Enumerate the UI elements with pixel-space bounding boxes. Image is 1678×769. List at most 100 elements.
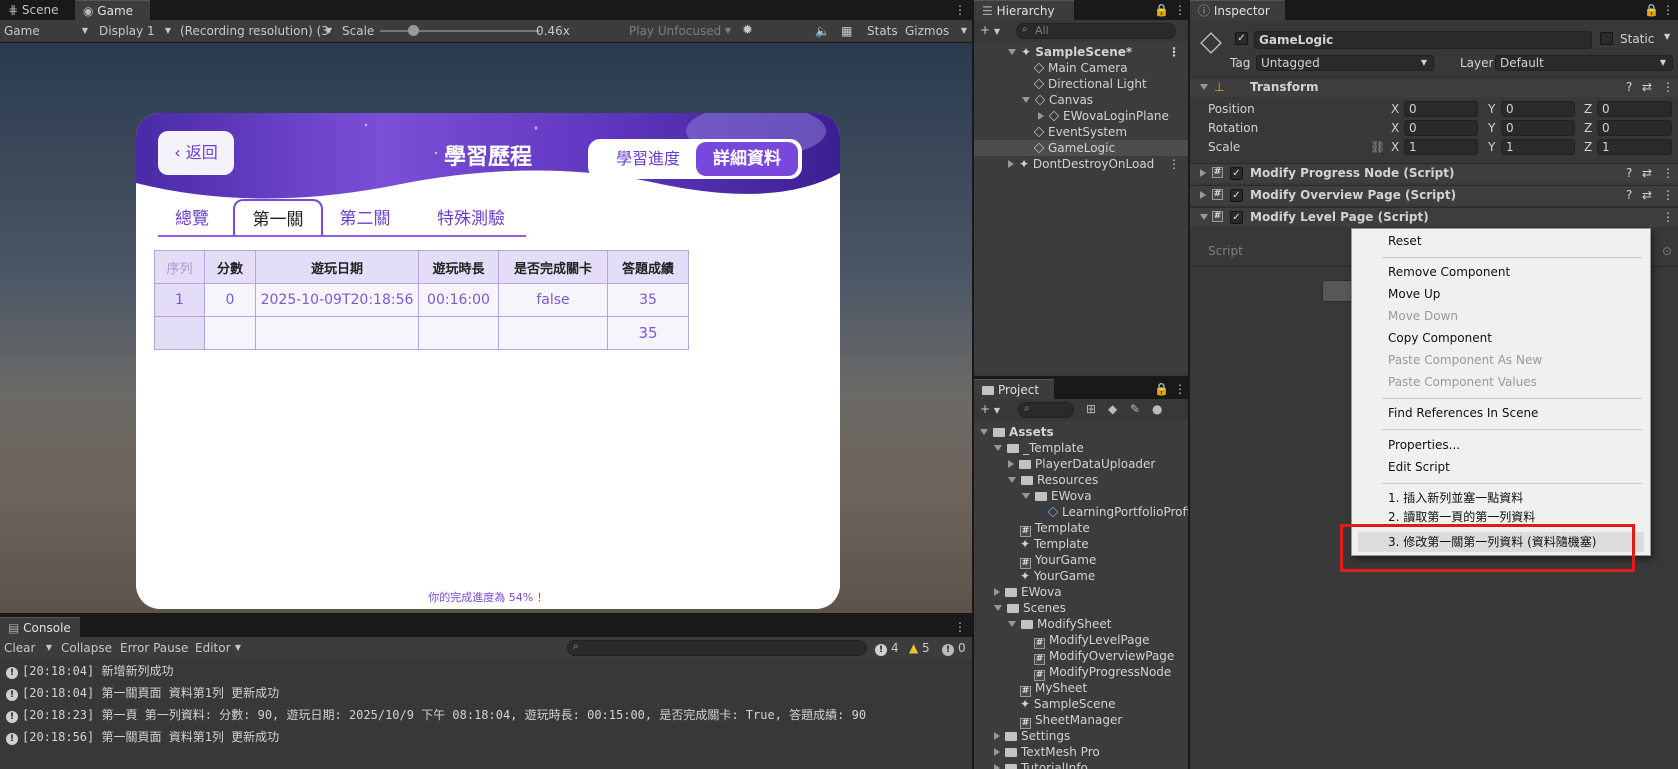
list-item[interactable]: ✦ Template (1020, 536, 1089, 552)
preset-icon[interactable]: ⇄ (1642, 188, 1652, 202)
help-icon[interactable]: ? (1626, 166, 1632, 180)
menu-item-copy-component[interactable]: Copy Component (1388, 328, 1492, 348)
tab-scene[interactable]: ⋕ Scene (0, 0, 68, 20)
details-tab[interactable]: 詳細資料 (696, 142, 798, 176)
list-item[interactable]: # SheetManager (1020, 712, 1122, 729)
error-pause-button[interactable]: Error Pause (120, 640, 188, 656)
project-search-input[interactable]: ⌕ (1018, 402, 1074, 418)
list-item[interactable]: Settings (994, 728, 1070, 744)
level-tab-level2[interactable]: 第二關 (335, 203, 395, 235)
create-asset-button[interactable]: + ▼ (980, 402, 1000, 416)
position-z-field[interactable]: 0 (1597, 101, 1672, 117)
list-item[interactable]: ✦ DontDestroyOnLoad ⋮ (1008, 156, 1188, 172)
active-checkbox[interactable]: ✓ (1235, 32, 1248, 45)
list-item[interactable]: ModifySheet (1008, 616, 1111, 632)
preset-icon[interactable]: ⇄ (1642, 166, 1652, 180)
editor-dropdown[interactable]: Editor ▼ (195, 640, 241, 656)
list-item[interactable]: # MySheet (1020, 680, 1087, 697)
tab-hierarchy[interactable]: ☰ Hierarchy (974, 0, 1074, 20)
filter-icon[interactable]: ⊞ (1086, 402, 1096, 416)
lock-icon[interactable]: 🔒 (1154, 381, 1169, 397)
menu-item-properties[interactable]: Properties... (1388, 435, 1460, 455)
tag-dropdown[interactable]: Untagged ▼ (1256, 55, 1434, 71)
component-header[interactable]: # ✓ Modify Level Page (Script) ⋮ (1190, 207, 1678, 227)
lock-icon[interactable]: 🔒 (1644, 2, 1659, 18)
collapse-button[interactable]: Collapse (61, 640, 112, 656)
resolution-dropdown[interactable]: (Recording resolution) (3 ▼ (180, 23, 332, 39)
more-options-icon[interactable]: ⋮ (1662, 80, 1674, 94)
more-options-icon[interactable]: ⋮ (954, 2, 966, 18)
console-line[interactable]: ! [20:18:04] 新增新列成功 (6, 661, 173, 681)
label-filter-icon[interactable]: ✎ (1130, 402, 1140, 416)
scale-slider-handle[interactable] (408, 25, 419, 36)
aspect-icon[interactable]: ▦ (841, 23, 852, 39)
component-header[interactable]: # ✓ Modify Overview Page (Script) ? ⇄ ⋮ (1190, 185, 1678, 205)
list-item[interactable]: LearningPortfolioProfi (1047, 504, 1188, 520)
component-header[interactable]: ⊥ Transform ? ⇄ ⋮ (1190, 77, 1678, 97)
lock-icon[interactable]: 🔒 (1154, 2, 1169, 18)
list-item[interactable]: # ModifyProgressNode (1034, 664, 1171, 681)
menu-item-read-first-row[interactable]: 2. 讀取第一頁的第一列資料 (1388, 508, 1535, 524)
object-picker-icon[interactable]: ⊙ (1662, 244, 1672, 258)
rotation-y-field[interactable]: 0 (1501, 120, 1575, 136)
menu-item-reset[interactable]: Reset (1388, 231, 1422, 251)
list-item[interactable]: EWova (1022, 488, 1092, 504)
level-tab-level1[interactable]: 第一關 (233, 199, 323, 237)
component-header[interactable]: # ✓ Modify Progress Node (Script) ? ⇄ ⋮ (1190, 163, 1678, 183)
info-count-toggle[interactable]: ! 4 (875, 640, 899, 656)
more-options-icon[interactable]: ⋮ (1168, 156, 1180, 172)
console-line[interactable]: ! [20:18:04] 第一關頁面 資料第1列 更新成功 (6, 683, 279, 703)
more-options-icon[interactable]: ⋮ (1662, 166, 1674, 180)
list-item[interactable]: ✦ SampleScene (1020, 696, 1115, 712)
list-item[interactable]: TutorialInfo (994, 760, 1088, 769)
preset-icon[interactable]: ⇄ (1642, 80, 1652, 94)
menu-item-remove-component[interactable]: Remove Component (1388, 262, 1510, 282)
scale-x-field[interactable]: 1 (1404, 139, 1478, 155)
scale-z-field[interactable]: 1 (1597, 139, 1672, 155)
warning-count-toggle[interactable]: ▲ 5 (909, 640, 930, 656)
list-item[interactable]: # ModifyLevelPage (1034, 632, 1150, 649)
more-options-icon[interactable]: ⋮ (1662, 2, 1674, 18)
more-options-icon[interactable]: ⋮ (1174, 381, 1186, 397)
layer-dropdown[interactable]: Default ▼ (1495, 55, 1673, 71)
list-item[interactable]: EWovaLoginPlane (1038, 108, 1169, 124)
static-checkbox[interactable] (1600, 32, 1613, 45)
object-name-field[interactable]: GameLogic (1254, 31, 1592, 49)
rotation-x-field[interactable]: 0 (1404, 120, 1478, 136)
play-mode-dropdown[interactable]: Play Unfocused ▼ (629, 23, 731, 39)
menu-item-insert-new-row[interactable]: 1. 插入新列並塞一點資料 (1388, 488, 1523, 508)
stats-button[interactable]: Stats (867, 23, 898, 39)
more-options-icon[interactable]: ⋮ (954, 619, 966, 635)
list-item[interactable]: Main Camera (1033, 60, 1128, 76)
menu-item-edit-script[interactable]: Edit Script (1388, 457, 1450, 477)
scale-y-field[interactable]: 1 (1501, 139, 1575, 155)
progress-tab[interactable]: 學習進度 (596, 143, 700, 175)
list-item[interactable]: Canvas (1022, 92, 1093, 108)
hierarchy-search-input[interactable]: ⌕ All (1016, 23, 1176, 39)
constrain-proportions-icon[interactable]: ⛓ (1370, 140, 1385, 154)
type-filter-icon[interactable]: ◆ (1108, 402, 1117, 416)
component-enabled-checkbox[interactable]: ✓ (1230, 189, 1243, 202)
help-icon[interactable]: ? (1626, 80, 1632, 94)
hidden-packages-icon[interactable]: ● (1152, 402, 1162, 416)
list-item[interactable]: Scenes (994, 600, 1066, 616)
view-mode-dropdown[interactable]: Game ▼ (4, 23, 88, 39)
component-enabled-checkbox[interactable]: ✓ (1230, 211, 1243, 224)
list-item[interactable]: EWova (994, 584, 1062, 600)
tab-project[interactable]: Project (974, 379, 1054, 399)
dropdown-arrow-icon[interactable]: ▼ (1664, 32, 1670, 41)
component-enabled-checkbox[interactable]: ✓ (1230, 167, 1243, 180)
tab-inspector[interactable]: ⓘ Inspector (1190, 0, 1285, 20)
menu-item-move-up[interactable]: Move Up (1388, 284, 1440, 304)
list-item[interactable]: # YourGame (1020, 552, 1096, 569)
add-object-button[interactable]: + ▼ (980, 23, 1000, 37)
list-item[interactable]: TextMesh Pro (994, 744, 1100, 760)
level-tab-overview[interactable]: 總覽 (164, 203, 220, 235)
list-item[interactable]: PlayerDataUploader (1008, 456, 1155, 472)
list-item[interactable]: Directional Light (1033, 76, 1147, 92)
list-item[interactable]: Assets (980, 424, 1054, 440)
console-line[interactable]: ! [20:18:23] 第一頁 第一列資料: 分數: 90, 遊玩日期: 202… (6, 705, 866, 725)
scale-slider[interactable] (380, 30, 540, 32)
display-dropdown[interactable]: Display 1 ▼ (99, 23, 171, 39)
position-y-field[interactable]: 0 (1501, 101, 1575, 117)
